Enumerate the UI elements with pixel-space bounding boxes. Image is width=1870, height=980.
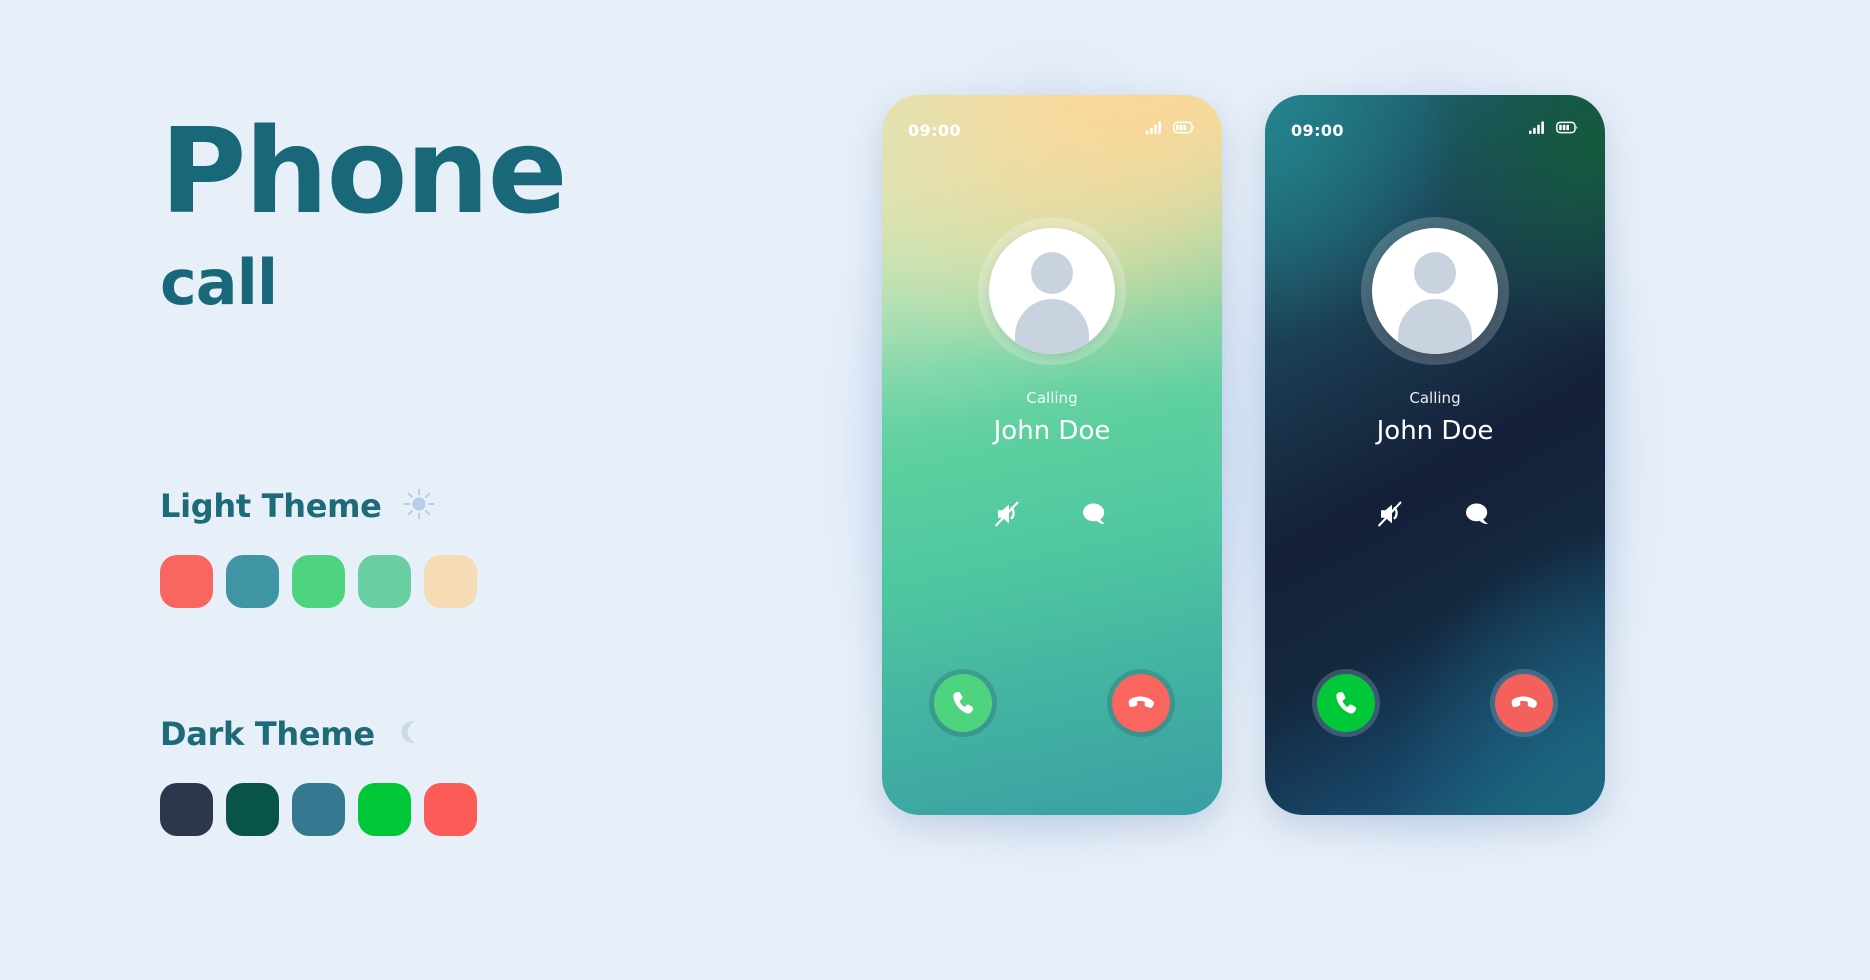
status-icons bbox=[1529, 121, 1579, 139]
status-time: 09:00 bbox=[908, 120, 961, 140]
phone-mockups: 09:00 Calling John Doe 09:00 Calling Joh… bbox=[834, 0, 1870, 980]
status-bar: 09:00 bbox=[1291, 119, 1579, 141]
color-swatch[interactable] bbox=[358, 783, 411, 836]
color-swatch[interactable] bbox=[160, 783, 213, 836]
contact-name: John Doe bbox=[1376, 416, 1494, 446]
battery-icon bbox=[1556, 121, 1579, 139]
phone-screen-light-theme: 09:00 Calling John Doe bbox=[834, 47, 1270, 863]
phone-frame: 09:00 Calling John Doe bbox=[882, 95, 1222, 815]
color-swatch[interactable] bbox=[226, 783, 279, 836]
mid-actions-row bbox=[882, 495, 1222, 533]
light-theme-group: Light Theme bbox=[160, 485, 477, 608]
battery-icon bbox=[1173, 121, 1196, 139]
color-swatch[interactable] bbox=[292, 783, 345, 836]
dark-theme-group: Dark Theme bbox=[160, 713, 477, 836]
avatar-ring bbox=[978, 217, 1126, 365]
avatar-head bbox=[1414, 252, 1456, 294]
color-swatch[interactable] bbox=[424, 555, 477, 608]
contact-name: John Doe bbox=[993, 416, 1111, 446]
color-swatch[interactable] bbox=[226, 555, 279, 608]
light-theme-swatches bbox=[160, 555, 477, 608]
color-swatch[interactable] bbox=[424, 783, 477, 836]
phone-hangup-icon bbox=[1128, 696, 1154, 708]
phone-frame: 09:00 Calling John Doe bbox=[1265, 95, 1605, 815]
status-bar: 09:00 bbox=[908, 119, 1196, 141]
mute-icon[interactable] bbox=[1373, 495, 1411, 533]
color-swatch[interactable] bbox=[292, 555, 345, 608]
title-sub: call bbox=[160, 246, 278, 319]
mute-icon[interactable] bbox=[990, 495, 1028, 533]
dark-theme-header: Dark Theme bbox=[160, 713, 477, 755]
light-theme-label: Light Theme bbox=[160, 487, 382, 525]
status-icons bbox=[1146, 121, 1196, 139]
decline-call-button[interactable] bbox=[1490, 669, 1558, 737]
message-icon[interactable] bbox=[1459, 495, 1497, 533]
contact-block: Calling John Doe bbox=[882, 217, 1222, 446]
mid-actions-row bbox=[1265, 495, 1605, 533]
dark-theme-swatches bbox=[160, 783, 477, 836]
sun-icon bbox=[402, 487, 436, 526]
decline-call-button[interactable] bbox=[1107, 669, 1175, 737]
title-main: Phone bbox=[160, 102, 568, 240]
contact-block: Calling John Doe bbox=[1265, 217, 1605, 446]
status-time: 09:00 bbox=[1291, 120, 1344, 140]
phone-handset-icon bbox=[953, 691, 974, 714]
call-status-text: Calling bbox=[1409, 389, 1461, 407]
answer-call-button[interactable] bbox=[1312, 669, 1380, 737]
moon-icon bbox=[395, 717, 425, 752]
avatar-ring bbox=[1361, 217, 1509, 365]
user-avatar-icon bbox=[1372, 228, 1498, 354]
call-actions-row bbox=[882, 669, 1222, 737]
dark-theme-label: Dark Theme bbox=[160, 715, 375, 753]
signal-bars-icon bbox=[1146, 121, 1163, 139]
phone-handset-icon bbox=[1336, 691, 1357, 714]
phone-screen-dark-theme: 09:00 Calling John Doe bbox=[1217, 47, 1653, 863]
light-theme-header: Light Theme bbox=[160, 485, 477, 527]
message-icon[interactable] bbox=[1076, 495, 1114, 533]
avatar-body bbox=[1398, 299, 1472, 354]
user-avatar-icon bbox=[989, 228, 1115, 354]
call-actions-row bbox=[1265, 669, 1605, 737]
page-title: Phone call bbox=[160, 102, 568, 319]
color-swatch[interactable] bbox=[358, 555, 411, 608]
info-panel: Phone call Light Theme Dark Theme bbox=[160, 0, 680, 980]
call-status-text: Calling bbox=[1026, 389, 1078, 407]
color-swatch[interactable] bbox=[160, 555, 213, 608]
answer-call-button[interactable] bbox=[929, 669, 997, 737]
signal-bars-icon bbox=[1529, 121, 1546, 139]
phone-hangup-icon bbox=[1511, 696, 1537, 708]
avatar-body bbox=[1015, 299, 1089, 354]
avatar-head bbox=[1031, 252, 1073, 294]
